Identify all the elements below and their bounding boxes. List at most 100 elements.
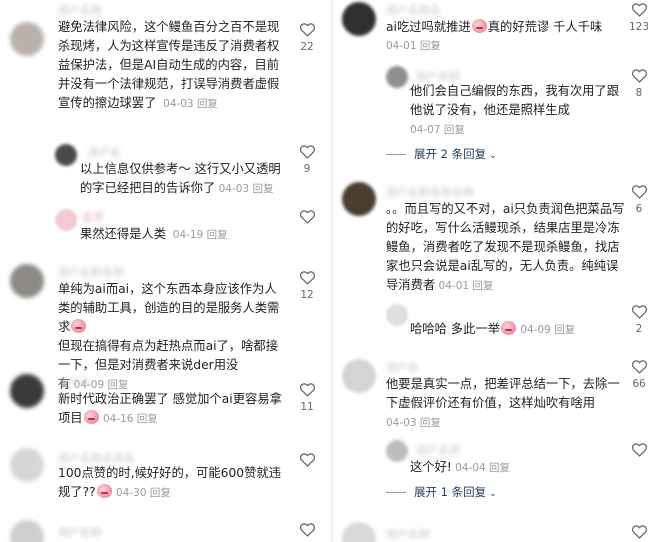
emoji-sticker-icon xyxy=(96,484,112,498)
comment-text: 他们会自己编假的东西，我有次用了跟他说了没有，他还是照样生成 xyxy=(410,84,620,117)
like-button[interactable]: 11 xyxy=(294,382,320,413)
reply-item: 用户名称 这个好! 04-04 回复 xyxy=(336,438,660,482)
reply-link[interactable]: 回复 xyxy=(444,124,465,136)
user-avatar[interactable] xyxy=(55,144,77,166)
heart-icon xyxy=(299,23,315,37)
username-blurred[interactable]: 用户名称名称名称 xyxy=(386,184,474,200)
like-button[interactable] xyxy=(626,524,652,539)
user-avatar[interactable] xyxy=(342,359,376,393)
like-button[interactable] xyxy=(294,209,320,224)
like-button[interactable]: 66 xyxy=(626,359,652,390)
username-blurred[interactable]: 用户名称名称 xyxy=(58,264,124,280)
comment-text: 。。而且写的又不对，ai只负责润色把菜品写的好吃，写什么活鳗现杀，结果店里是冷冻… xyxy=(386,202,625,292)
user-avatar[interactable] xyxy=(342,522,376,542)
heart-icon xyxy=(631,443,647,457)
reply-link[interactable]: 回复 xyxy=(554,324,575,336)
like-count: 9 xyxy=(303,163,311,175)
user-avatar[interactable] xyxy=(55,209,77,231)
heart-icon xyxy=(299,271,315,285)
like-button[interactable] xyxy=(294,522,320,537)
user-avatar[interactable] xyxy=(342,2,376,36)
user-avatar[interactable] xyxy=(386,66,408,88)
comment-text: 他要是真实一点，把差评总结一下，去除一下虚假评价还有价值，这样灿吹有啥用 xyxy=(386,377,620,410)
comment-meta: 04-01 回复 xyxy=(386,40,441,52)
expand-replies-button[interactable]: 展开 1 条回复 ⌄ xyxy=(386,484,497,500)
user-avatar[interactable] xyxy=(10,22,44,56)
username-blurred[interactable]: 用户名 xyxy=(386,359,419,375)
emoji-sticker-icon xyxy=(501,321,516,335)
comment-item: 用户名称名 ai吃过吗就推进 真的好荒谬 千人千味 04-01 回复 123 xyxy=(336,0,660,56)
like-button[interactable]: 6 xyxy=(626,184,652,215)
like-button[interactable]: 123 xyxy=(626,2,652,33)
comment-item: 用户名 他要是真实一点，把差评总结一下，去除一下虚假评价还有价值，这样灿吹有啥用… xyxy=(336,355,660,435)
comment-text: 这个好! 04-04 回复 xyxy=(410,460,511,474)
user-avatar[interactable] xyxy=(386,440,408,462)
username-blurred[interactable]: 名字 xyxy=(82,209,104,225)
reply-link[interactable]: 回复 xyxy=(472,280,493,292)
comment-column-right: 用户名称名 ai吃过吗就推进 真的好荒谬 千人千味 04-01 回复 123 用户… xyxy=(336,0,660,542)
comment-item: 用户名称 xyxy=(0,520,328,542)
chevron-down-icon: ⌄ xyxy=(489,489,497,499)
like-button[interactable]: 12 xyxy=(294,270,320,301)
comment-text: 避免法律风险，这个鳗鱼百分之百不是现杀现烤，人为这样宣传是违反了消费者权益保护法… xyxy=(58,20,280,110)
like-count: 66 xyxy=(632,378,646,390)
heart-icon xyxy=(631,305,647,319)
comment-item: 用户名 新时代政治正确罢了 感觉加个ai更容易拿项目 04-16 回复 11 xyxy=(0,370,328,430)
emoji-sticker-icon xyxy=(83,410,99,424)
heart-icon xyxy=(631,525,647,539)
comment-text: 100点赞的时,候好好的，可能600赞就违规了?? 04-30 回复 xyxy=(58,466,282,499)
user-avatar[interactable] xyxy=(386,304,408,326)
column-divider xyxy=(331,0,333,542)
comment-item: 用户名称名称名称 。。而且写的又不对，ai只负责润色把菜品写的好吃，写什么活鳗现… xyxy=(336,180,660,300)
like-count: 123 xyxy=(628,21,650,33)
username-blurred[interactable]: 用户名称 xyxy=(416,442,460,458)
emoji-sticker-icon xyxy=(471,19,487,33)
reply-link[interactable]: 回复 xyxy=(207,229,228,241)
like-count: 12 xyxy=(300,289,314,301)
comment-item: 用户名称名称名 100点赞的时,候好好的，可能600赞就违规了?? 04-30 … xyxy=(0,446,328,516)
user-avatar[interactable] xyxy=(10,448,44,482)
comment-text: 哈哈哈 多此一举 04-09 回复 xyxy=(410,321,576,336)
user-avatar[interactable] xyxy=(10,520,44,542)
emoji-sticker-icon xyxy=(71,319,87,333)
username-blurred[interactable]: 用户名称 xyxy=(58,524,102,540)
like-button[interactable]: 9 xyxy=(294,144,320,175)
like-button[interactable]: 2 xyxy=(626,304,652,335)
heart-icon xyxy=(299,383,315,397)
username-blurred[interactable]: 用户名 xyxy=(58,374,91,390)
heart-icon xyxy=(299,453,315,467)
reply-link[interactable]: 回复 xyxy=(137,413,158,425)
heart-icon xyxy=(631,3,647,17)
comment-meta: 04-03 回复 xyxy=(386,417,441,429)
username-blurred[interactable]: 用户名称 xyxy=(58,2,102,18)
like-count: 6 xyxy=(635,203,643,215)
reply-link[interactable]: 回复 xyxy=(420,40,441,52)
like-count: 8 xyxy=(635,87,643,99)
comment-meta: 04-07 回复 xyxy=(410,124,465,136)
like-button[interactable]: 22 xyxy=(294,22,320,53)
reply-link[interactable]: 回复 xyxy=(489,462,510,474)
comment-item: 用户名称 避免法律风险，这个鳗鱼百分之百不是现杀现烤，人为这样宣传是违反了消费者… xyxy=(0,0,328,135)
like-button[interactable] xyxy=(294,452,320,467)
username-blurred[interactable]: 用户名称 xyxy=(386,526,430,542)
reply-link[interactable]: 回复 xyxy=(197,98,218,110)
heart-icon xyxy=(631,185,647,199)
user-avatar[interactable] xyxy=(10,374,44,408)
reply-link[interactable]: 回复 xyxy=(420,417,441,429)
like-count: 2 xyxy=(635,323,643,335)
username-blurred[interactable]: 用户名称名 xyxy=(386,2,441,18)
user-avatar[interactable] xyxy=(342,182,376,216)
reply-link[interactable]: 回复 xyxy=(252,183,273,195)
comment-text: 以上信息仅供参考～ 这行又小又透明的字已经把目的告诉你了 04-03 回复 xyxy=(80,162,281,195)
user-avatar[interactable] xyxy=(10,264,44,298)
chevron-down-icon: ⌄ xyxy=(489,151,497,161)
heart-icon xyxy=(299,523,315,537)
like-button[interactable]: 8 xyxy=(626,68,652,99)
comment-item: 用户名称名称 单纯为ai而ai，这个东西本身应该作为人类的辅助工具，创造的目的是… xyxy=(0,258,328,391)
username-blurred[interactable]: 用户名 xyxy=(88,144,121,160)
comment-text: 果然还得是人类 04-19 回复 xyxy=(80,227,228,241)
expand-replies-button[interactable]: 展开 2 条回复 ⌄ xyxy=(386,146,497,162)
like-button[interactable] xyxy=(626,442,652,457)
heart-icon xyxy=(299,145,315,159)
reply-link[interactable]: 回复 xyxy=(150,487,171,499)
